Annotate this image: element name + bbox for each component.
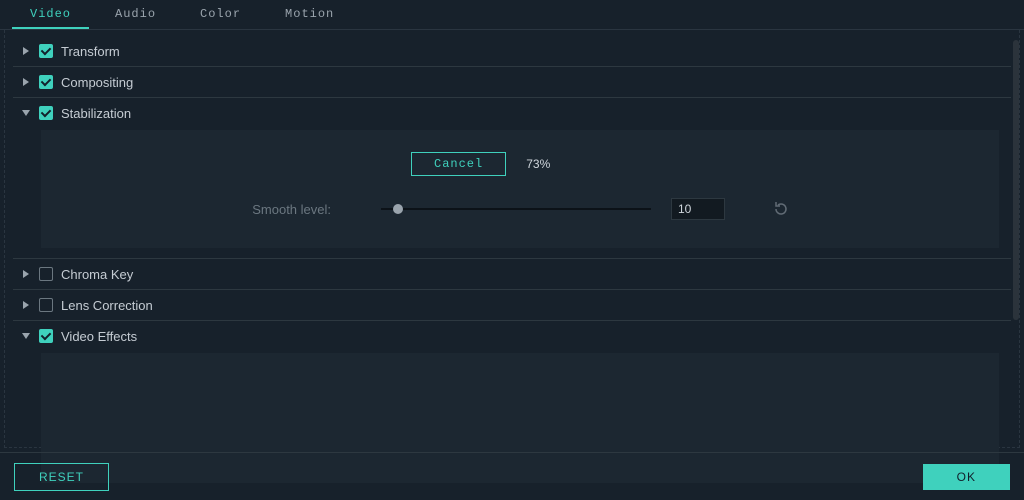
section-label: Compositing: [61, 75, 133, 90]
checkbox-chroma-key[interactable]: [39, 267, 53, 281]
tab-audio[interactable]: Audio: [97, 1, 174, 29]
section-header-chroma-key[interactable]: Chroma Key: [21, 265, 1011, 283]
section-label: Stabilization: [61, 106, 131, 121]
section-header-stabilization[interactable]: Stabilization: [21, 104, 1011, 122]
checkbox-compositing[interactable]: [39, 75, 53, 89]
reset-button[interactable]: RESET: [14, 463, 109, 491]
section-header-transform[interactable]: Transform: [21, 42, 1011, 60]
checkbox-video-effects[interactable]: [39, 329, 53, 343]
chevron-right-icon: [21, 47, 31, 55]
section-label: Chroma Key: [61, 267, 133, 282]
chevron-right-icon: [21, 270, 31, 278]
tab-color[interactable]: Color: [182, 1, 259, 29]
chevron-down-icon: [21, 109, 31, 117]
section-chroma-key: Chroma Key: [13, 259, 1011, 290]
property-tabs: Video Audio Color Motion: [0, 0, 1024, 30]
section-transform: Transform: [13, 36, 1011, 67]
cancel-button[interactable]: Cancel: [411, 152, 506, 176]
tab-motion[interactable]: Motion: [267, 1, 352, 29]
slider-thumb[interactable]: [393, 204, 403, 214]
section-lens-correction: Lens Correction: [13, 290, 1011, 321]
chevron-right-icon: [21, 78, 31, 86]
section-stabilization: Stabilization Cancel 73% Smooth level:: [13, 98, 1011, 259]
stabilization-body: Cancel 73% Smooth level:: [41, 130, 999, 248]
checkbox-transform[interactable]: [39, 44, 53, 58]
chevron-down-icon: [21, 332, 31, 340]
checkbox-lens-correction[interactable]: [39, 298, 53, 312]
slider-track: [381, 208, 651, 210]
reset-smooth-icon[interactable]: [773, 201, 789, 217]
tab-video[interactable]: Video: [12, 1, 89, 29]
section-header-lens-correction[interactable]: Lens Correction: [21, 296, 1011, 314]
stabilization-progress-row: Cancel 73%: [61, 152, 979, 176]
checkbox-stabilization[interactable]: [39, 106, 53, 120]
section-label: Transform: [61, 44, 120, 59]
progress-percent: 73%: [526, 157, 550, 171]
section-label: Video Effects: [61, 329, 137, 344]
ok-button[interactable]: OK: [923, 464, 1010, 490]
section-header-compositing[interactable]: Compositing: [21, 73, 1011, 91]
footer: RESET OK: [0, 452, 1024, 500]
smooth-level-row: Smooth level:: [61, 198, 979, 220]
smooth-level-slider[interactable]: [381, 202, 651, 216]
smooth-level-input[interactable]: [671, 198, 725, 220]
section-header-video-effects[interactable]: Video Effects: [21, 327, 1011, 345]
chevron-right-icon: [21, 301, 31, 309]
properties-panel: Transform Compositing Stabilization Canc…: [4, 30, 1020, 448]
scrollbar[interactable]: [1013, 40, 1019, 320]
smooth-level-label: Smooth level:: [61, 202, 361, 217]
section-compositing: Compositing: [13, 67, 1011, 98]
section-label: Lens Correction: [61, 298, 153, 313]
